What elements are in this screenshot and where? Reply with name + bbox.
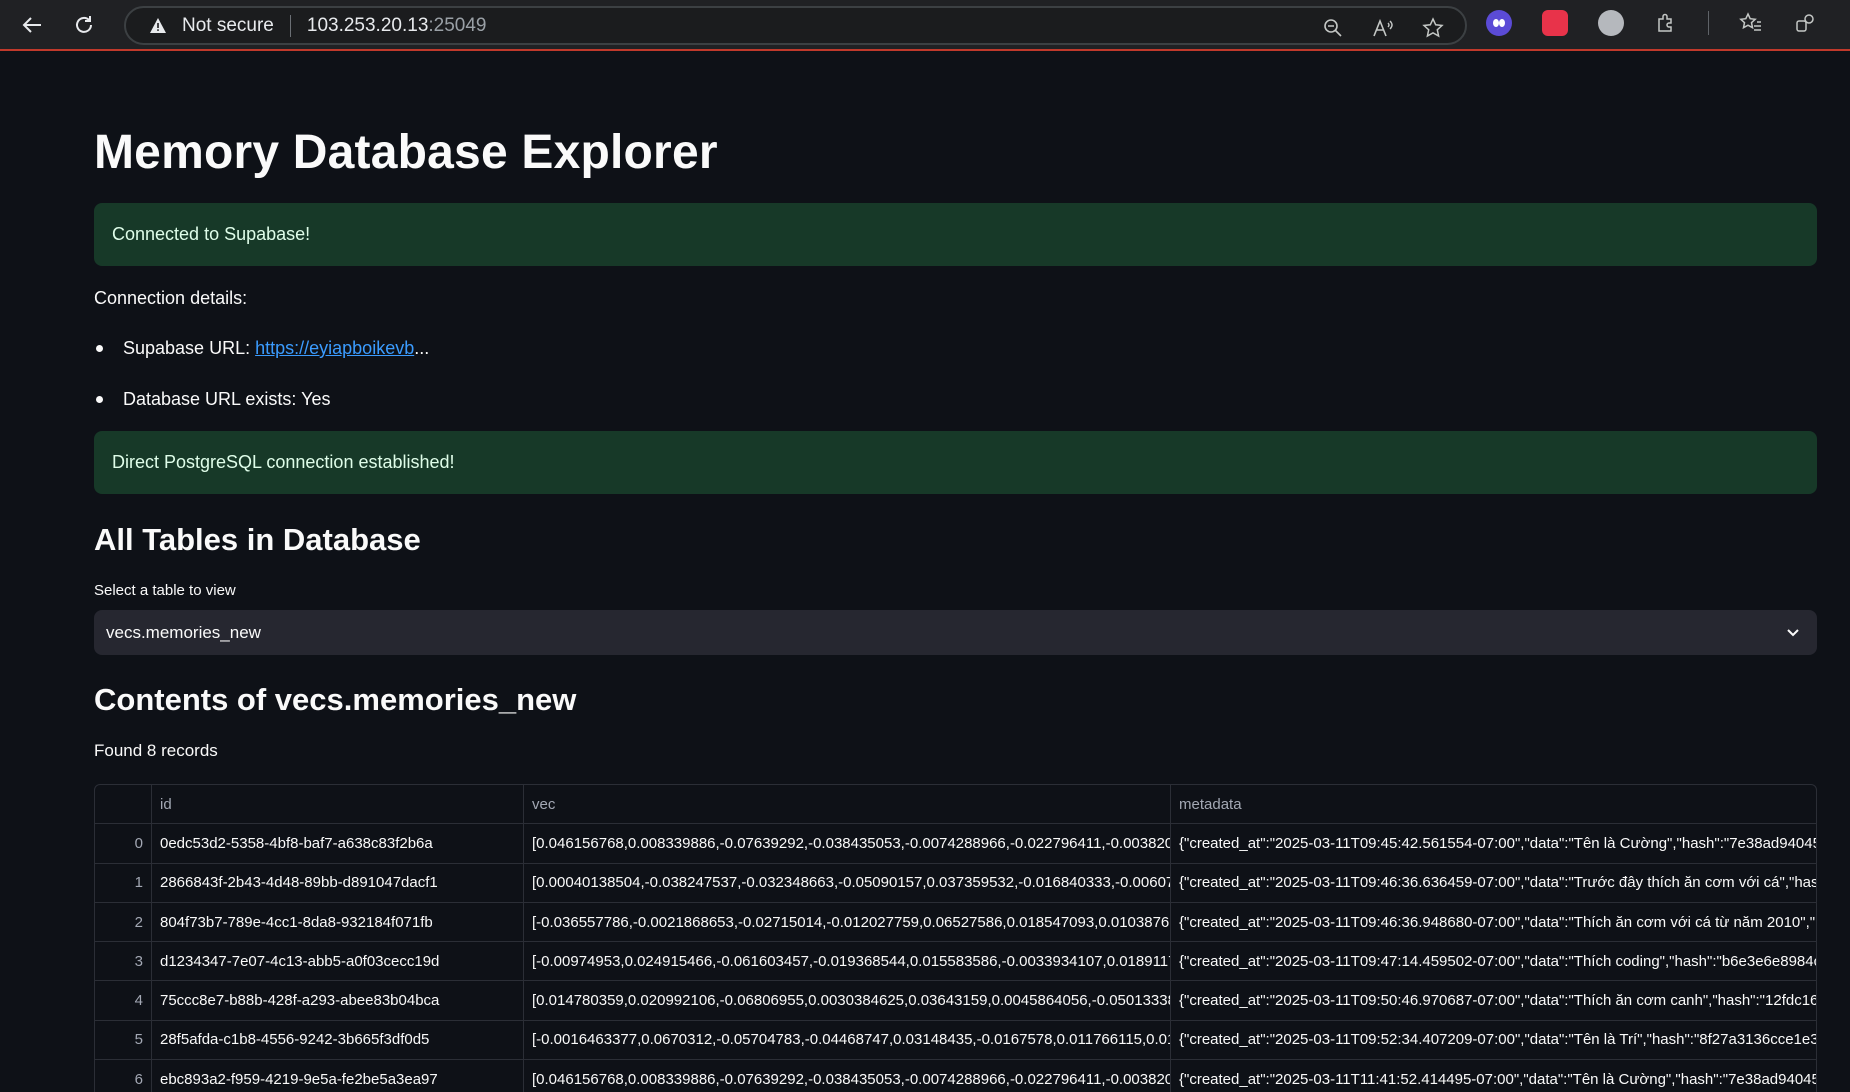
row-index[interactable]: 2: [95, 902, 152, 942]
supabase-url-label: Supabase URL:: [123, 338, 251, 358]
reload-icon: [76, 15, 92, 33]
cell-vec[interactable]: [0.014780359,0.020992106,-0.06806955,0.0…: [524, 981, 1171, 1020]
cell-vec[interactable]: [-0.0016463377,0.0670312,-0.05704783,-0.…: [524, 1020, 1171, 1060]
address-bar-actions: [1321, 16, 1445, 40]
supabase-url-item: Supabase URL: https://eyiapboikevb...: [94, 338, 429, 359]
favorite-star-icon[interactable]: [1421, 16, 1445, 40]
cell-id[interactable]: 28f5afda-c1b8-4556-9242-3b665f3df0d5: [152, 1020, 524, 1060]
extensions-bar: [1486, 10, 1850, 36]
cell-metadata[interactable]: {"created_at":"2025-03-11T11:41:52.41449…: [1171, 1060, 1816, 1092]
cell-metadata[interactable]: {"created_at":"2025-03-11T09:45:42.56155…: [1171, 824, 1816, 862]
table-body: 0 0edc53d2-5358-4bf8-baf7-a638c83f2b6a [0.…: [95, 824, 1816, 1092]
header-vec[interactable]: vec: [524, 785, 1171, 824]
table-row[interactable]: 4 75ccc8e7-b88b-428f-a293-abee83b04bca [0.…: [95, 981, 1816, 1021]
cell-metadata[interactable]: {"created_at":"2025-03-11T09:50:46.97068…: [1171, 981, 1816, 1019]
table-row[interactable]: 6 ebc893a2-f959-4219-9e5a-fe2be5a3ea97 [0.…: [95, 1060, 1816, 1092]
row-index[interactable]: 0: [95, 824, 152, 863]
cell-vec[interactable]: [0.046156768,0.008339886,-0.07639292,-0.…: [524, 1060, 1171, 1092]
favorites-icon[interactable]: [1739, 11, 1763, 35]
selected-table-value: vecs.memories_new: [106, 622, 261, 642]
cell-id[interactable]: d1234347-7e07-4c13-abb5-a0f03cecc19d: [152, 942, 524, 981]
app-page: Memory Database Explorer Connected to Su…: [4, 53, 1850, 1092]
url-port: :25049: [428, 14, 487, 36]
supabase-url-link[interactable]: https://eyiapboikevb: [255, 338, 414, 359]
postgres-success-alert: Direct PostgreSQL connection established…: [94, 431, 1817, 494]
cell-id[interactable]: 2866843f-2b43-4d48-89bb-d891047dacf1: [152, 863, 524, 902]
table-row[interactable]: 5 28f5afda-c1b8-4556-9242-3b665f3df0d5 [-0…: [95, 1020, 1816, 1061]
cell-vec[interactable]: [0.046156768,0.008339886,-0.07639292,-0.…: [524, 824, 1171, 863]
connection-details-label: Connection details:: [94, 288, 248, 308]
row-index[interactable]: 4: [95, 981, 152, 1020]
row-index[interactable]: 1: [95, 863, 152, 902]
url-host: 103.253.20.13: [306, 14, 429, 36]
cell-id[interactable]: 0edc53d2-5358-4bf8-baf7-a638c83f2b6a: [152, 824, 524, 863]
table-row[interactable]: 2 804f73b7-789e-4cc1-8da8-932184f071fb [-0…: [95, 902, 1816, 943]
warning-icon: [148, 16, 168, 36]
tables-heading: All Tables in Database: [94, 522, 421, 557]
cell-id[interactable]: ebc893a2-f959-4219-9e5a-fe2be5a3ea97: [152, 1060, 524, 1092]
extension-gray-icon[interactable]: [1598, 10, 1624, 36]
select-table-label: Select a table to view: [94, 582, 236, 599]
cell-id[interactable]: 804f73b7-789e-4cc1-8da8-932184f071fb: [152, 902, 524, 942]
header-metadata[interactable]: metadata: [1171, 785, 1816, 823]
table-header-row: id vec metadata: [95, 785, 1816, 825]
cell-metadata[interactable]: {"created_at":"2025-03-11T09:47:14.45950…: [1171, 942, 1816, 980]
address-bar[interactable]: Not secure 103.253.20.13:25049: [124, 6, 1467, 45]
database-url-item: Database URL exists: Yes: [94, 389, 330, 410]
header-id[interactable]: id: [152, 785, 524, 824]
cell-id[interactable]: 75ccc8e7-b88b-428f-a293-abee83b04bca: [152, 981, 524, 1020]
extension-red-icon[interactable]: [1542, 10, 1568, 36]
postgres-alert-text: Direct PostgreSQL connection established…: [112, 452, 455, 472]
cell-vec[interactable]: [0.00040138504,-0.038247537,-0.032348663…: [524, 863, 1171, 902]
database-url-label: Database URL exists: Yes: [123, 389, 331, 409]
bullet-dot: [96, 396, 103, 403]
contents-heading: Contents of vecs.memories_new: [94, 682, 577, 717]
extension-ghost-icon[interactable]: [1486, 10, 1512, 36]
zoom-out-icon[interactable]: [1321, 16, 1345, 40]
table-row[interactable]: 1 2866843f-2b43-4d48-89bb-d891047dacf1 [0.…: [95, 863, 1816, 903]
records-table[interactable]: id vec metadata 0 0edc53d2-5358-4bf8-baf7…: [94, 784, 1817, 1092]
chevron-down-icon: [1787, 629, 1799, 637]
header-index: [95, 785, 152, 824]
cell-metadata[interactable]: {"created_at":"2025-03-11T09:46:36.63645…: [1171, 864, 1816, 902]
table-row[interactable]: 0 0edc53d2-5358-4bf8-baf7-a638c83f2b6a [0.…: [95, 824, 1816, 864]
back-button[interactable]: [14, 7, 50, 43]
security-label[interactable]: Not secure: [182, 15, 274, 37]
records-count: Found 8 records: [94, 741, 218, 760]
reload-button[interactable]: [66, 7, 102, 43]
read-aloud-icon[interactable]: [1371, 16, 1395, 40]
browser-toolbar: Not secure 103.253.20.13:25049: [0, 0, 1850, 51]
row-index[interactable]: 3: [95, 942, 152, 981]
supabase-success-alert: Connected to Supabase!: [94, 203, 1817, 266]
supabase-url-ellipsis: ...: [414, 338, 430, 358]
table-select[interactable]: vecs.memories_new: [94, 610, 1817, 655]
cell-metadata[interactable]: {"created_at":"2025-03-11T09:46:36.94868…: [1171, 903, 1816, 941]
address-separator: [289, 14, 291, 37]
extensions-puzzle-icon[interactable]: [1654, 11, 1678, 35]
supabase-alert-text: Connected to Supabase!: [112, 224, 311, 244]
bullet-dot: [96, 345, 103, 352]
table-row[interactable]: 3 d1234347-7e07-4c13-abb5-a0f03cecc19d [-0…: [95, 942, 1816, 982]
back-arrow-icon: [22, 16, 41, 33]
page-title: Memory Database Explorer: [94, 126, 718, 179]
row-index[interactable]: 5: [95, 1020, 152, 1060]
cell-vec[interactable]: [-0.00974953,0.024915466,-0.061603457,-0…: [524, 942, 1171, 981]
row-index[interactable]: 6: [95, 1060, 152, 1092]
toolbar-divider: [1708, 11, 1709, 35]
cell-metadata[interactable]: {"created_at":"2025-03-11T09:52:34.40720…: [1171, 1021, 1816, 1059]
cell-vec[interactable]: [-0.036557786,-0.0021868653,-0.02715014,…: [524, 902, 1171, 942]
collections-icon[interactable]: [1793, 11, 1817, 35]
